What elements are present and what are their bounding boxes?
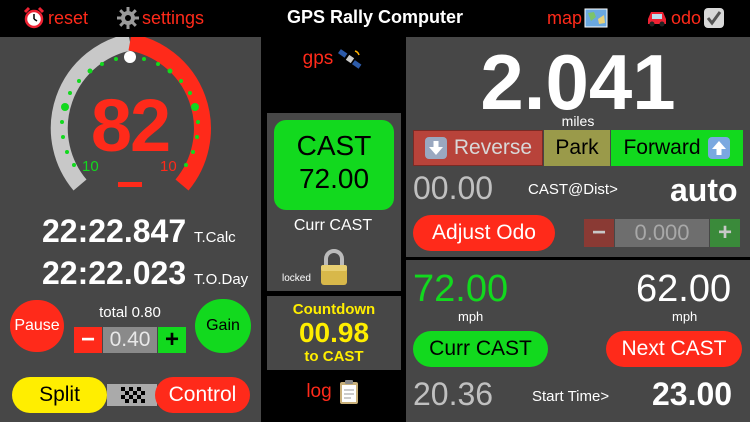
forward-label: Forward [623, 136, 701, 159]
reverse-label: Reverse [453, 136, 533, 159]
curr-cast-button[interactable]: Curr CAST [413, 331, 548, 367]
reset-label: reset [48, 7, 89, 28]
countdown-value: 00.98 [298, 317, 370, 348]
total-label: total 0.80 [99, 304, 161, 321]
gps-label: gps [302, 48, 334, 69]
cast-value: 72.00 [298, 163, 370, 194]
settings-button[interactable]: settings [116, 6, 204, 30]
left-panel: 82 10 10 22:22.847 T.Calc 22:22.023 T.O.… [0, 37, 261, 422]
settings-label: settings [142, 7, 205, 28]
clipboard-icon [338, 379, 360, 405]
gear-icon [116, 6, 140, 30]
car-icon [645, 8, 669, 28]
odo-label: odo [671, 7, 702, 28]
cast-title: CAST [296, 130, 372, 161]
mode-value[interactable]: auto [670, 172, 738, 209]
control-button[interactable]: Control [155, 377, 250, 413]
map-icon [584, 7, 608, 29]
cast-at-dist-value: 00.00 [413, 170, 494, 206]
adjust-increment-button[interactable]: + [710, 219, 740, 247]
today-time: 22:22.023 [42, 255, 187, 291]
odometer-panel: 2.041 miles Reverse Park Forward 00.00 C… [406, 37, 750, 257]
reset-button[interactable]: reset [22, 6, 88, 30]
today-label: T.O.Day [194, 271, 249, 288]
start-time-label[interactable]: Start Time> [532, 388, 609, 405]
countdown-box: Countdown 00.98 to CAST [267, 296, 401, 370]
log-button[interactable]: log [262, 379, 404, 405]
down-arrow-icon [424, 136, 448, 160]
log-label: log [306, 381, 332, 402]
cast-button[interactable]: CAST 72.00 [274, 120, 394, 210]
pause-button[interactable]: Pause [10, 300, 64, 352]
checkered-flag-icon [107, 384, 157, 406]
gps-indicator: gps [262, 47, 404, 71]
gauge-max-label: 10 [160, 158, 177, 175]
decrement-button[interactable]: − [74, 326, 102, 353]
to-cast-label: to CAST [304, 348, 364, 365]
gain-button[interactable]: Gain [195, 299, 251, 353]
adjust-value: 0.000 [615, 219, 709, 247]
map-label: map [547, 7, 583, 28]
forward-button[interactable]: Forward [611, 130, 743, 166]
tcalc-time: 22:22.847 [42, 213, 187, 249]
increment-button[interactable]: + [158, 326, 186, 353]
next-speed-unit: mph [672, 309, 698, 324]
distance-unit: miles [561, 113, 595, 129]
countdown-label: Countdown [292, 301, 376, 318]
checkbox-icon [703, 7, 725, 29]
tcalc-label: T.Calc [194, 229, 236, 246]
gauge-min-label: 10 [82, 158, 99, 175]
cast-at-dist-label[interactable]: CAST@Dist> [528, 181, 618, 198]
gauge-value: 82 [90, 84, 171, 167]
step-value: 0.40 [103, 327, 157, 353]
locked-label: locked [282, 273, 311, 284]
curr-speed-value: 72.00 [413, 268, 509, 310]
reverse-button[interactable]: Reverse [413, 130, 543, 166]
cast-speed-panel: 72.00 mph 62.00 mph Curr CAST Next CAST … [406, 260, 750, 422]
adjust-odo-button[interactable]: Adjust Odo [413, 215, 555, 251]
up-arrow-icon [707, 136, 731, 160]
curr-cast-label: Curr CAST [293, 217, 373, 234]
gauge-marker [124, 51, 136, 63]
next-speed-value: 62.00 [636, 268, 732, 310]
lock-icon[interactable] [318, 249, 350, 287]
split-button[interactable]: Split [12, 377, 107, 413]
start-time-right-value: 23.00 [652, 376, 733, 412]
start-time-left-value: 20.36 [413, 376, 494, 412]
middle-panel: gps CAST 72.00 Curr CAST locked Countdow… [262, 37, 404, 422]
park-button[interactable]: Park [544, 130, 610, 166]
curr-speed-unit: mph [458, 309, 484, 324]
alarm-clock-icon [22, 6, 46, 30]
satellite-icon [337, 47, 363, 71]
top-bar: reset settings GPS Rally Computer map od… [0, 0, 750, 36]
next-cast-button[interactable]: Next CAST [606, 331, 742, 367]
map-button[interactable]: map [547, 6, 608, 30]
distance-value: 2.041 [480, 38, 676, 126]
adjust-decrement-button[interactable]: − [584, 219, 614, 247]
odo-button[interactable]: odo [645, 6, 725, 30]
app-title: GPS Rally Computer [286, 7, 464, 27]
